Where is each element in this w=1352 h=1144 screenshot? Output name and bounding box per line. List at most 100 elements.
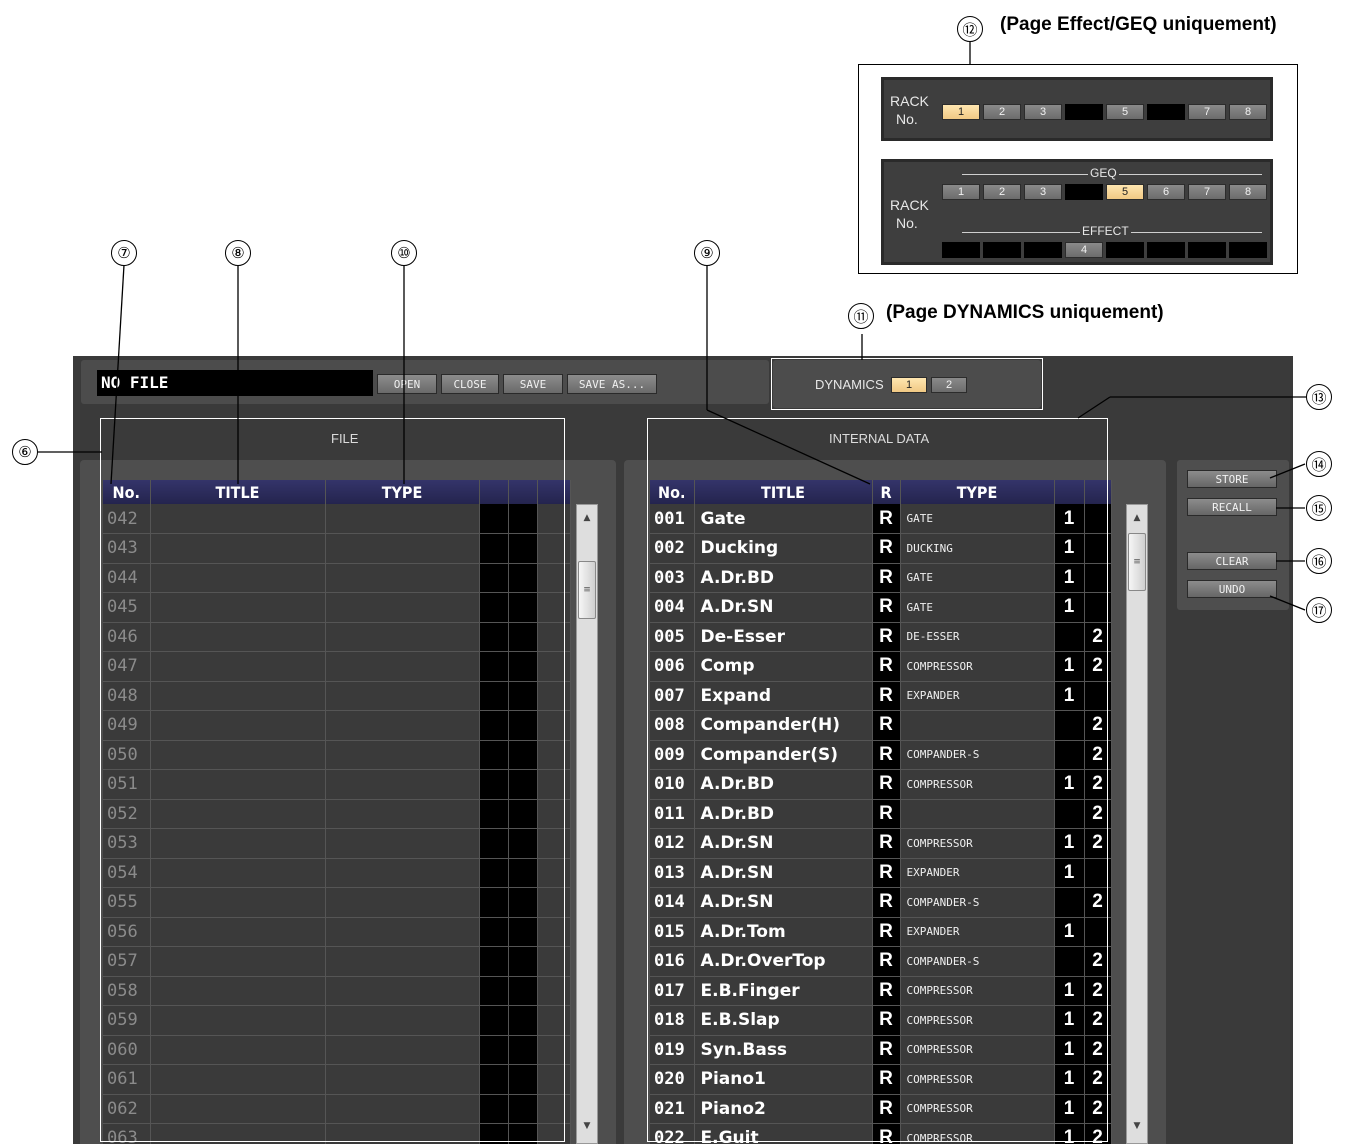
rack-button-7[interactable]: 7 [1188,104,1226,120]
file-scrollbar[interactable]: ▲ ≡ ▼ [576,504,598,1144]
table-row[interactable]: 015 A.Dr.Tom R EXPANDER 1 [650,917,1112,947]
effect-rack-button-4[interactable]: 4 [1065,242,1103,258]
geq-rack-button-3[interactable]: 3 [1024,184,1062,200]
internal-col-title[interactable]: TITLE [694,480,873,504]
internal-col-no[interactable]: No. [650,480,695,504]
file-col-type[interactable]: TYPE [325,480,480,504]
file-row-spacer [537,1035,571,1065]
internal-scrollbar[interactable]: ▲ ≡ ▼ [1126,504,1148,1144]
table-row[interactable]: 012 A.Dr.SN R COMPRESSOR 1 2 [650,828,1112,859]
table-row[interactable]: 003 A.Dr.BD R GATE 1 [650,563,1112,593]
table-row[interactable]: 053 [103,828,571,859]
table-row[interactable]: 013 A.Dr.SN R EXPANDER 1 [650,858,1112,888]
table-row[interactable]: 060 [103,1035,571,1065]
geq-rack-button-5[interactable]: 5 [1106,184,1144,200]
table-row[interactable]: 020 Piano1 R COMPRESSOR 1 2 [650,1064,1112,1095]
callout-8: ⑧ [225,240,251,266]
dynamics-label: DYNAMICS [815,377,884,392]
callout-10: ⑩ [391,240,417,266]
internal-row-no: 007 [650,681,695,711]
table-row[interactable]: 011 A.Dr.BD R 2 [650,799,1112,829]
internal-row-title: Expand [694,681,873,711]
table-row[interactable]: 001 Gate R GATE 1 [650,504,1112,534]
save-as-button[interactable]: SAVE AS... [567,374,657,394]
internal-row-rack1: 1 [1054,976,1085,1006]
table-row[interactable]: 009 Compander(S) R COMPANDER-S 2 [650,740,1112,770]
geq-rack-button-8[interactable]: 8 [1229,184,1267,200]
table-row[interactable]: 044 [103,563,571,593]
table-row[interactable]: 014 A.Dr.SN R COMPANDER-S 2 [650,887,1112,918]
file-row-rack2 [508,887,538,918]
table-row[interactable]: 058 [103,976,571,1006]
geq-rack-button-6[interactable]: 6 [1147,184,1185,200]
table-row[interactable]: 045 [103,592,571,623]
geq-rack-button-2[interactable]: 2 [983,184,1021,200]
file-col-spacer [537,480,571,504]
dynamics-button-1[interactable]: 1 [891,377,927,393]
rack-button-2[interactable]: 2 [983,104,1021,120]
table-row[interactable]: 018 E.B.Slap R COMPRESSOR 1 2 [650,1005,1112,1036]
close-button[interactable]: CLOSE [441,374,499,394]
table-row[interactable]: 059 [103,1005,571,1036]
table-row[interactable]: 022 E.Guit R COMPRESSOR 1 2 [650,1123,1112,1144]
callout-11: ⑪ [848,303,874,329]
internal-row-r: R [872,769,901,800]
internal-col-r[interactable]: R [872,480,901,504]
dynamics-button-2[interactable]: 2 [931,377,967,393]
rack-button-3[interactable]: 3 [1024,104,1062,120]
table-row[interactable]: 056 [103,917,571,947]
rack-button-1[interactable]: 1 [942,104,980,120]
table-row[interactable]: 046 [103,622,571,652]
scroll-up-arrow-icon[interactable]: ▲ [577,513,597,523]
rack-button-5[interactable]: 5 [1106,104,1144,120]
table-row[interactable]: 021 Piano2 R COMPRESSOR 1 2 [650,1094,1112,1124]
table-row[interactable]: 051 [103,769,571,800]
clear-button[interactable]: CLEAR [1187,552,1277,570]
table-row[interactable]: 057 [103,946,571,977]
table-row[interactable]: 061 [103,1064,571,1095]
table-row[interactable]: 019 Syn.Bass R COMPRESSOR 1 2 [650,1035,1112,1065]
scroll-up-arrow-icon[interactable]: ▲ [1127,513,1147,523]
table-row[interactable]: 054 [103,858,571,888]
scroll-thumb[interactable]: ≡ [578,561,596,619]
table-row[interactable]: 042 [103,504,571,534]
table-row[interactable]: 063 [103,1123,571,1144]
table-row[interactable]: 005 De-Esser R DE-ESSER 2 [650,622,1112,652]
file-col-no[interactable]: No. [103,480,151,504]
scroll-down-arrow-icon[interactable]: ▼ [1127,1121,1147,1131]
internal-col-type[interactable]: TYPE [900,480,1055,504]
table-row[interactable]: 055 [103,887,571,918]
table-row[interactable]: 002 Ducking R DUCKING 1 [650,533,1112,564]
open-button[interactable]: OPEN [377,374,437,394]
recall-button[interactable]: RECALL [1187,498,1277,516]
table-row[interactable]: 008 Compander(H) R 2 [650,710,1112,741]
table-row[interactable]: 050 [103,740,571,770]
file-row-rack2 [508,504,538,534]
internal-row-rack2 [1084,533,1112,564]
table-row[interactable]: 010 A.Dr.BD R COMPRESSOR 1 2 [650,769,1112,800]
table-row[interactable]: 049 [103,710,571,741]
table-row[interactable]: 043 [103,533,571,564]
table-row[interactable]: 017 E.B.Finger R COMPRESSOR 1 2 [650,976,1112,1006]
scroll-thumb[interactable]: ≡ [1128,533,1146,591]
table-row[interactable]: 062 [103,1094,571,1124]
file-row-type [325,504,480,534]
table-row[interactable]: 052 [103,799,571,829]
internal-row-no: 006 [650,651,695,682]
file-col-title[interactable]: TITLE [150,480,326,504]
table-row[interactable]: 048 [103,681,571,711]
save-button[interactable]: SAVE [503,374,563,394]
table-row[interactable]: 016 A.Dr.OverTop R COMPANDER-S 2 [650,946,1112,977]
geq-rack-button-1[interactable]: 1 [942,184,980,200]
rack-label-line1: RACK [890,93,929,109]
table-row[interactable]: 004 A.Dr.SN R GATE 1 [650,592,1112,623]
store-button[interactable]: STORE [1187,470,1277,488]
rack-button-8[interactable]: 8 [1229,104,1267,120]
scroll-down-arrow-icon[interactable]: ▼ [577,1121,597,1131]
table-row[interactable]: 047 [103,651,571,682]
table-row[interactable]: 006 Comp R COMPRESSOR 1 2 [650,651,1112,682]
geq-rack-button-7[interactable]: 7 [1188,184,1226,200]
undo-button[interactable]: UNDO [1187,580,1277,598]
table-row[interactable]: 007 Expand R EXPANDER 1 [650,681,1112,711]
file-row-spacer [537,710,571,741]
